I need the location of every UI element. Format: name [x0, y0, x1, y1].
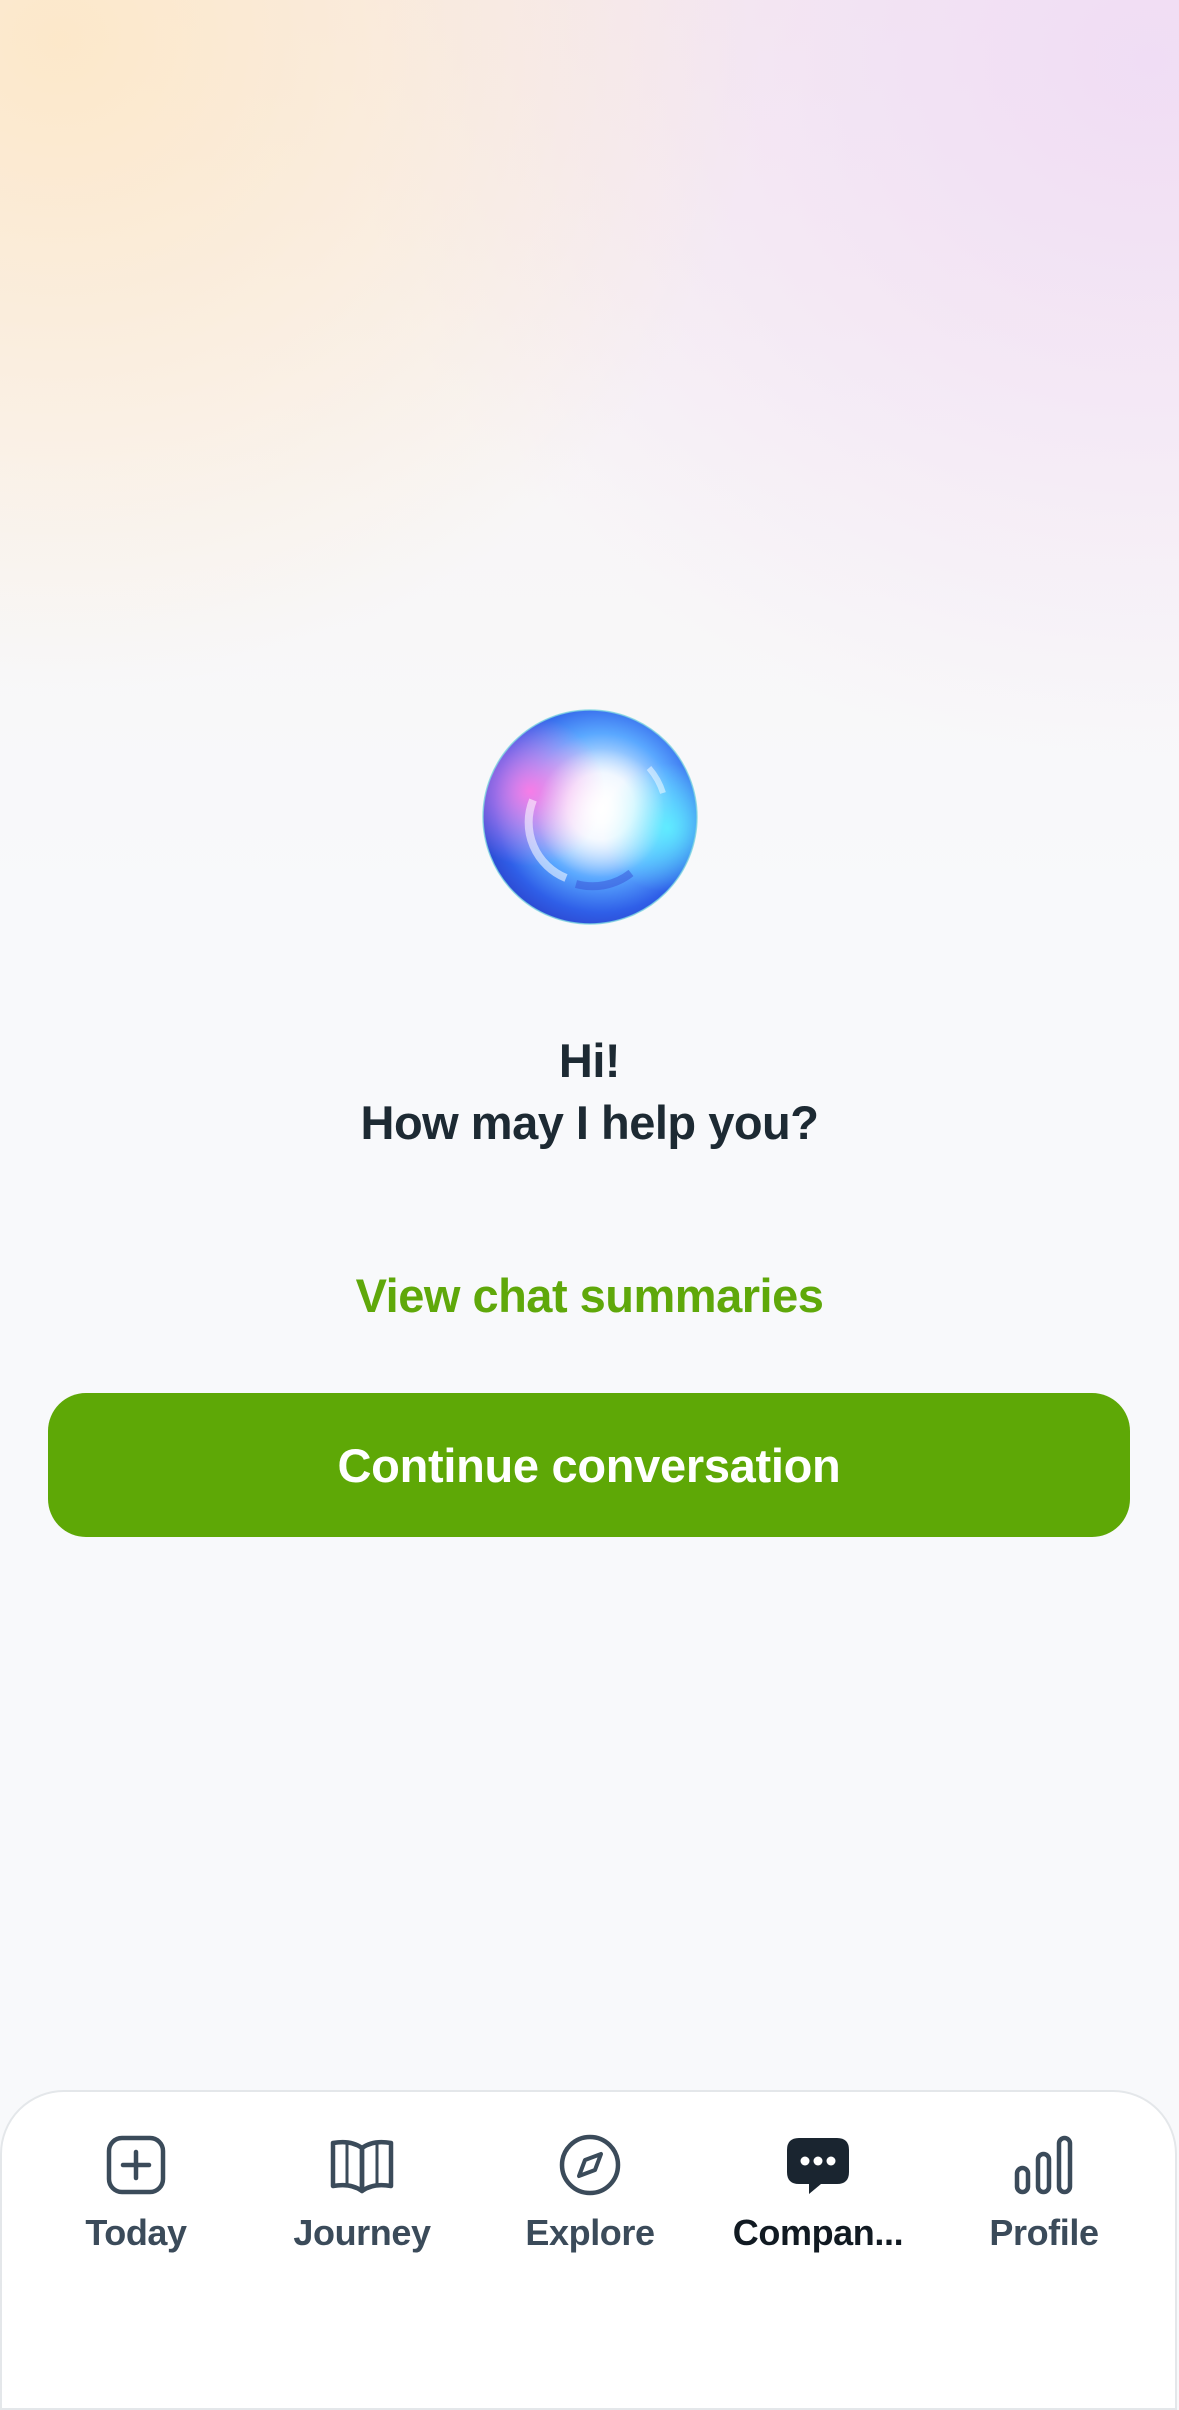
compass-icon: [559, 2134, 621, 2196]
plus-square-icon: [106, 2135, 166, 2195]
assistant-orb: [481, 708, 699, 926]
tab-explore[interactable]: Explore: [472, 2130, 708, 2280]
tab-journey-label: Journey: [293, 2212, 431, 2253]
greeting: Hi! How may I help you?: [0, 1030, 1179, 1154]
greeting-line-1: Hi!: [558, 1034, 621, 1087]
continue-conversation-button[interactable]: Continue conversation: [48, 1393, 1130, 1537]
chat-bubble-icon: [787, 2138, 849, 2194]
tab-today[interactable]: Today: [18, 2130, 254, 2280]
bar-chart-icon: [1014, 2135, 1073, 2195]
continue-conversation-label: Continue conversation: [337, 1438, 841, 1492]
tab-companion[interactable]: Compan...: [700, 2130, 936, 2280]
view-chat-summaries-link[interactable]: View chat summaries: [0, 1265, 1179, 1327]
bottom-tab-bar: Today Journey Explore Compan... Profile: [0, 2090, 1177, 2410]
open-book-icon: [330, 2139, 394, 2194]
assistant-orb-icon: [482, 709, 698, 925]
tab-profile-label: Profile: [989, 2212, 1099, 2253]
tab-explore-label: Explore: [525, 2212, 655, 2253]
tab-journey[interactable]: Journey: [244, 2130, 480, 2280]
background-gradient: [0, 0, 1179, 2396]
greeting-line-2: How may I help you?: [360, 1096, 819, 1149]
tab-today-label: Today: [85, 2212, 187, 2253]
tab-companion-label: Compan...: [732, 2212, 904, 2253]
tab-profile[interactable]: Profile: [926, 2130, 1162, 2280]
